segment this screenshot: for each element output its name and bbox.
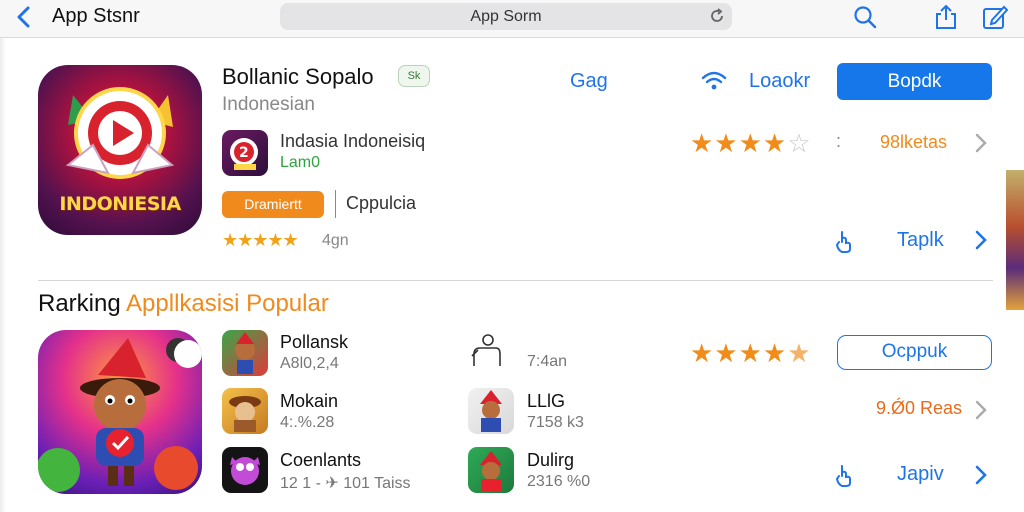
game-5-name[interactable]: LLlG bbox=[527, 391, 565, 412]
tap-link[interactable]: Taplk bbox=[897, 229, 944, 252]
app-icon-label: INDONIESIA bbox=[59, 193, 181, 215]
rating-count: 4gn bbox=[322, 232, 349, 249]
reviews-count[interactable]: 98lketas bbox=[880, 132, 947, 153]
share-icon[interactable] bbox=[933, 4, 959, 30]
game-1-name[interactable]: Pollansk bbox=[280, 332, 348, 353]
star-icon: ★★★★ bbox=[690, 128, 788, 158]
section-title-part1: Rarking bbox=[38, 290, 121, 317]
game-3-meta: 12 1 - ✈ 101 Taiss bbox=[280, 475, 411, 492]
window-edge bbox=[0, 38, 6, 512]
game-3-name[interactable]: Coenlants bbox=[280, 450, 361, 471]
divider bbox=[335, 190, 336, 218]
background-strip bbox=[1006, 170, 1024, 310]
developer-name[interactable]: Indasia Indoneisiq bbox=[280, 131, 425, 152]
game-6-meta: 2316 %0 bbox=[527, 473, 591, 490]
app-icon[interactable]: INDONIESIA bbox=[38, 65, 202, 235]
reload-icon[interactable] bbox=[708, 7, 726, 25]
chevron-right-icon[interactable] bbox=[974, 465, 988, 485]
compose-icon[interactable] bbox=[982, 4, 1008, 30]
developer-icon[interactable]: 2 bbox=[222, 130, 268, 176]
game-5-icon[interactable] bbox=[468, 388, 514, 434]
link-gag[interactable]: Gag bbox=[570, 70, 608, 93]
game-1-meta: A8l0,2,4 bbox=[280, 355, 339, 372]
game-6-name[interactable]: Dulirg bbox=[527, 450, 574, 471]
star-empty-icon: ☆ bbox=[787, 128, 812, 158]
separator: : bbox=[836, 131, 842, 151]
link-loader[interactable]: Loaokr bbox=[749, 70, 810, 93]
game-6-icon[interactable] bbox=[468, 447, 514, 493]
back-chevron-icon[interactable] bbox=[12, 4, 36, 30]
search-text: App Sorm bbox=[470, 8, 542, 25]
ranking-tap-link[interactable]: Japiv bbox=[897, 463, 944, 486]
category-label: Cppulcia bbox=[346, 193, 417, 213]
game-5-meta: 7158 k3 bbox=[527, 414, 584, 431]
get-button[interactable]: Bopdk bbox=[837, 63, 992, 100]
game-1-icon[interactable] bbox=[222, 330, 268, 376]
chevron-right-icon[interactable] bbox=[974, 230, 988, 250]
top-bar: App Stsnr App Sorm bbox=[0, 0, 1024, 38]
featured-game-icon[interactable] bbox=[38, 330, 202, 494]
person-outline-icon bbox=[471, 334, 501, 366]
chevron-right-icon[interactable] bbox=[974, 400, 988, 420]
game-4-meta: 7:4an bbox=[527, 353, 568, 370]
hand-tap-icon bbox=[835, 231, 851, 253]
ranking-button[interactable]: Ocppuk bbox=[837, 335, 992, 370]
category-button[interactable]: Dramiertt bbox=[222, 191, 324, 218]
section-divider bbox=[38, 280, 993, 281]
ranking-reviews[interactable]: 9.Ǿ0 Reas bbox=[876, 398, 962, 419]
rating-stars-small: ★★★★★ bbox=[222, 230, 299, 250]
game-2-icon[interactable] bbox=[222, 388, 268, 434]
app-badge: Sk bbox=[398, 65, 430, 87]
game-2-meta: 4:.%.28 bbox=[280, 414, 335, 431]
game-character-icon bbox=[38, 338, 202, 492]
game-3-icon[interactable] bbox=[222, 447, 268, 493]
developer-tag: Lam0 bbox=[280, 154, 321, 171]
chevron-right-icon[interactable] bbox=[974, 133, 988, 153]
section-title-part2: Appllkasisi Popular bbox=[126, 290, 329, 317]
svg-text:2: 2 bbox=[239, 145, 249, 161]
hand-tap-icon bbox=[835, 465, 851, 487]
star-half-icon: ★ bbox=[787, 338, 812, 368]
search-icon[interactable] bbox=[852, 4, 878, 30]
wifi-icon bbox=[701, 71, 727, 90]
game-2-name[interactable]: Mokain bbox=[280, 391, 338, 412]
star-icon: ★★★★ bbox=[690, 338, 788, 368]
section-title: Rarking Appllkasisi Popular bbox=[38, 290, 329, 318]
ranking-rating-stars: ★★★★★ bbox=[690, 338, 812, 369]
search-bar[interactable]: App Sorm bbox=[280, 3, 732, 30]
rating-stars: ★★★★☆ bbox=[690, 128, 812, 159]
app-title: Bollanic Sopalo bbox=[222, 64, 374, 89]
window-title: App Stsnr bbox=[52, 5, 140, 27]
developer-logo-icon: 2 bbox=[230, 138, 258, 170]
app-subtitle: Indonesian bbox=[222, 94, 315, 115]
